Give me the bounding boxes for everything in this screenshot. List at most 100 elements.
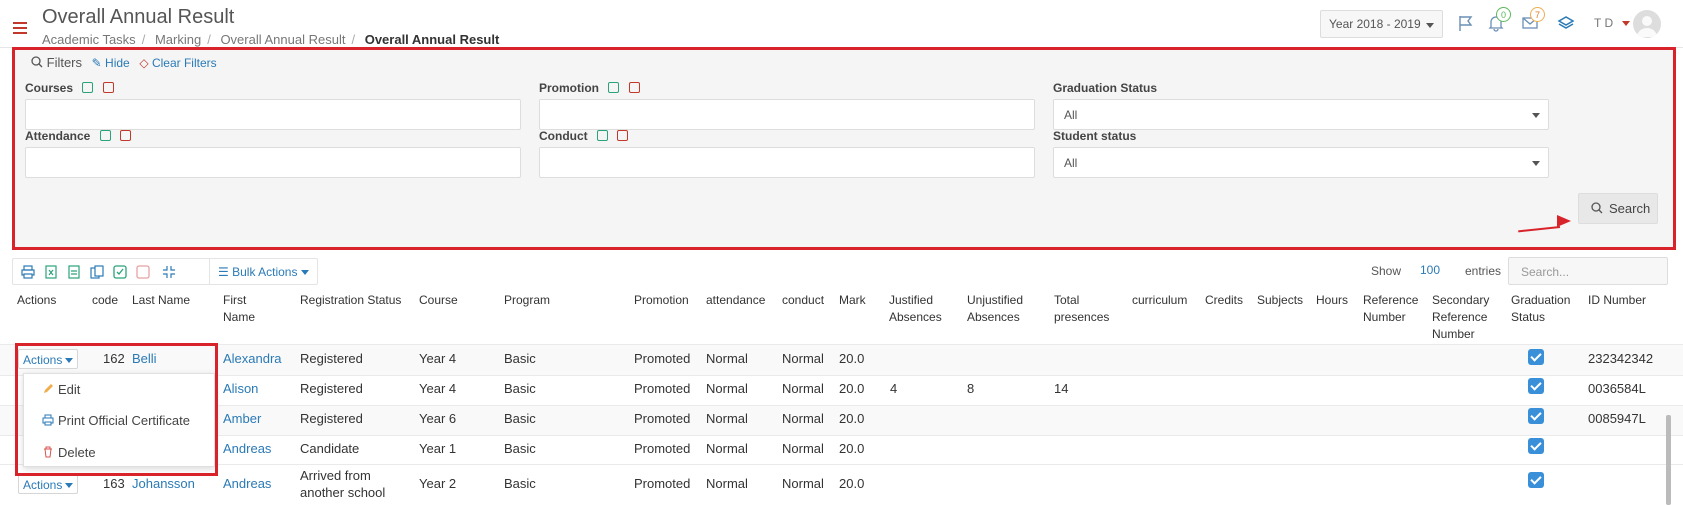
filters-panel: Filters ✎ Hide ◇ Clear Filters Courses P… (12, 47, 1676, 250)
attendance-input[interactable] (25, 147, 521, 178)
select-all-icon[interactable] (82, 82, 94, 93)
cell-first-name[interactable]: Alison (223, 381, 258, 396)
courses-label: Courses (25, 81, 114, 95)
cell-registration-status: Candidate (300, 441, 360, 456)
graduation-status-value: All (1064, 108, 1078, 122)
search-button-label: Search (1609, 201, 1651, 216)
deselect-all-icon[interactable] (136, 265, 150, 279)
user-initials[interactable]: T D (1594, 16, 1613, 30)
cell-registration-status: Registered (300, 411, 363, 426)
graduation-checkbox[interactable] (1528, 378, 1544, 394)
col-header-graduation-status[interactable]: Graduation Status (1511, 292, 1570, 326)
clear-filters-link[interactable]: ◇ Clear Filters (139, 56, 216, 70)
header-line: Reference (1432, 310, 1488, 324)
deselect-all-icon[interactable] (628, 82, 640, 93)
col-header-unjustified-absences[interactable]: Unjustified Absences (967, 292, 1023, 326)
breadcrumb-item[interactable]: Marking (155, 32, 201, 47)
copy-icon[interactable] (90, 265, 104, 279)
year-select[interactable]: Year 2018 - 2019 (1320, 10, 1443, 38)
col-header-first-name[interactable]: First Name (223, 292, 255, 326)
select-all-icon[interactable] (99, 130, 111, 141)
col-header-last-name[interactable]: Last Name (132, 292, 190, 309)
col-header-promotion[interactable]: Promotion (634, 292, 689, 309)
annotation-highlight-box (15, 343, 218, 476)
deselect-all-icon[interactable] (617, 130, 629, 141)
col-header-mark[interactable]: Mark (839, 292, 866, 309)
col-header-secondary-reference-number[interactable]: Secondary Reference Number (1432, 292, 1489, 343)
compress-icon[interactable] (162, 265, 176, 279)
select-all-icon[interactable] (608, 82, 620, 93)
avatar[interactable] (1633, 10, 1661, 38)
cell-last-name[interactable]: Johansson (132, 476, 195, 491)
cell-id-number: 232342342 (1588, 351, 1654, 366)
col-header-conduct[interactable]: conduct (782, 292, 824, 309)
graduation-checkbox[interactable] (1528, 349, 1544, 365)
col-header-total-presences[interactable]: Total presences (1054, 292, 1109, 326)
header-line: Name (223, 310, 256, 324)
col-header-curriculum[interactable]: curriculum (1132, 292, 1187, 309)
graduation-checkbox[interactable] (1528, 408, 1544, 424)
cell-attendance: Normal (706, 381, 748, 396)
list-icon: ☰ (218, 265, 229, 279)
status-line: Arrived from (300, 468, 371, 483)
cell-first-name[interactable]: Amber (223, 411, 261, 426)
cell-first-name[interactable]: Andreas (223, 441, 271, 456)
cell-attendance: Normal (706, 476, 748, 491)
col-header-hours[interactable]: Hours (1316, 292, 1348, 309)
col-header-justified-absences[interactable]: Justified Absences (889, 292, 942, 326)
year-select-value: Year 2018 - 2019 (1329, 17, 1421, 31)
layers-icon[interactable] (1557, 14, 1575, 32)
excel-icon[interactable] (44, 265, 58, 279)
header-line: Absences (889, 310, 942, 324)
breadcrumb-current: Overall Annual Result (364, 32, 500, 47)
cell-promotion: Promoted (634, 476, 691, 491)
cell-first-name[interactable]: Andreas (223, 476, 271, 491)
table-toolbar: ☰ Bulk Actions (12, 258, 318, 285)
col-header-course[interactable]: Course (419, 292, 458, 309)
cell-course: Year 4 (419, 351, 457, 366)
chevron-down-icon (1532, 113, 1540, 118)
search-button[interactable]: Search (1578, 193, 1658, 224)
graduation-status-select[interactable]: All (1053, 99, 1549, 130)
table-search-input[interactable]: Search... (1508, 257, 1668, 285)
cell-mark: 20.0 (839, 441, 865, 456)
graduation-checkbox[interactable] (1528, 438, 1544, 454)
cell-first-name[interactable]: Alexandra (223, 351, 282, 366)
promotion-input[interactable] (539, 99, 1035, 130)
cell-attendance: Normal (706, 411, 748, 426)
chevron-down-icon (1532, 161, 1540, 166)
flag-icon[interactable] (1457, 14, 1475, 32)
cell-conduct: Normal (782, 351, 824, 366)
courses-input[interactable] (25, 99, 521, 130)
select-all-icon[interactable] (597, 130, 608, 141)
page-size-select[interactable]: 100 (1420, 263, 1440, 277)
breadcrumb-item[interactable]: Overall Annual Result (220, 32, 345, 47)
row-actions-button[interactable]: Actions (18, 474, 79, 494)
hide-filters-link[interactable]: ✎ Hide (92, 56, 130, 70)
deselect-all-icon[interactable] (102, 82, 114, 93)
col-header-reference-number[interactable]: Reference Number (1363, 292, 1418, 326)
breadcrumb-item[interactable]: Academic Tasks (42, 32, 136, 47)
hamburger-menu-icon[interactable] (13, 22, 27, 34)
print-icon[interactable] (21, 265, 35, 279)
conduct-input[interactable] (539, 147, 1035, 178)
status-line: another school (300, 485, 386, 500)
col-header-registration-status[interactable]: Registration Status (300, 292, 401, 309)
student-status-select[interactable]: All (1053, 147, 1549, 178)
deselect-all-icon[interactable] (120, 130, 132, 141)
select-all-icon[interactable] (113, 265, 127, 279)
cell-id-number: 0036584L (1588, 381, 1646, 396)
col-header-program[interactable]: Program (504, 292, 550, 309)
col-header-subjects[interactable]: Subjects (1257, 292, 1303, 309)
graduation-checkbox[interactable] (1528, 472, 1544, 488)
col-header-code[interactable]: code (92, 292, 118, 309)
col-header-attendance[interactable]: attendance (706, 292, 765, 309)
student-status-value: All (1064, 156, 1078, 170)
bulk-actions-button[interactable]: ☰ Bulk Actions (209, 259, 317, 284)
col-header-id-number[interactable]: ID Number (1588, 292, 1646, 309)
chevron-down-icon (1426, 23, 1434, 28)
col-header-credits[interactable]: Credits (1205, 292, 1243, 309)
cell-mark: 20.0 (839, 476, 865, 491)
vertical-scrollbar[interactable] (1666, 415, 1671, 505)
csv-icon[interactable] (67, 265, 81, 279)
